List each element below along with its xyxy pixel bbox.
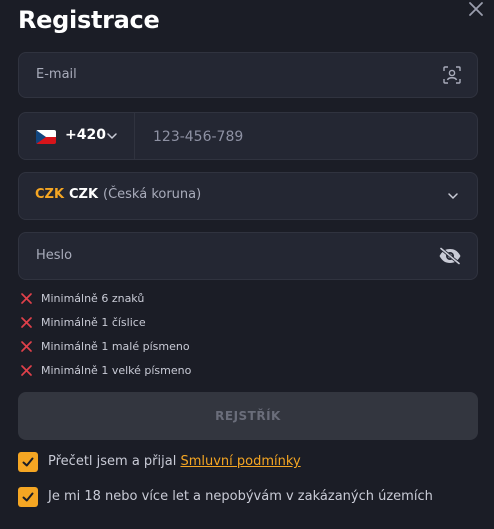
page-title: Registrace [18, 6, 160, 34]
currency-select[interactable]: CZK CZK (Česká koruna) [18, 172, 478, 220]
eye-off-icon[interactable] [438, 247, 462, 265]
terms-prefix: Přečetl jsem a přijal [48, 454, 181, 469]
password-rule-text: Minimálně 1 číslice [41, 316, 146, 329]
register-button[interactable]: REJSTŘÍK [18, 392, 478, 440]
check-icon [22, 492, 34, 502]
age-checkbox[interactable] [18, 487, 38, 507]
check-icon [22, 457, 34, 467]
password-rule-text: Minimálně 1 velké písmeno [41, 364, 192, 377]
x-icon [21, 365, 32, 376]
age-text: Je mi 18 nebo více let a nepobývám v zak… [48, 489, 433, 504]
czech-flag-icon [36, 130, 56, 144]
phone-field: +420 [18, 112, 478, 160]
x-icon [21, 341, 32, 352]
close-button[interactable] [466, 0, 486, 20]
chevron-down-icon [107, 133, 117, 140]
terms-link[interactable]: Smluvní podmínky [180, 454, 300, 469]
currency-full-name: (Česká koruna) [103, 187, 202, 202]
currency-code: CZK [35, 187, 65, 202]
email-field[interactable]: E-mail [18, 52, 478, 98]
email-label: E-mail [36, 67, 77, 82]
chevron-down-icon [448, 193, 458, 200]
x-icon [21, 293, 32, 304]
dial-code: +420 [65, 127, 106, 143]
password-rule-text: Minimálně 1 malé písmeno [41, 340, 190, 353]
terms-checkbox[interactable] [18, 452, 38, 472]
password-rule-text: Minimálně 6 znaků [41, 292, 145, 305]
x-icon [21, 317, 32, 328]
phone-input-wrap [135, 112, 478, 160]
terms-text: Přečetl jsem a přijal Smluvní podmínky [48, 454, 301, 469]
country-code-select[interactable]: +420 [18, 112, 135, 160]
password-field[interactable]: Heslo [18, 232, 478, 280]
phone-input[interactable] [151, 125, 455, 149]
user-scan-icon [443, 66, 461, 84]
close-icon [469, 2, 483, 16]
currency-name: CZK [69, 187, 99, 202]
password-label: Heslo [36, 248, 73, 263]
